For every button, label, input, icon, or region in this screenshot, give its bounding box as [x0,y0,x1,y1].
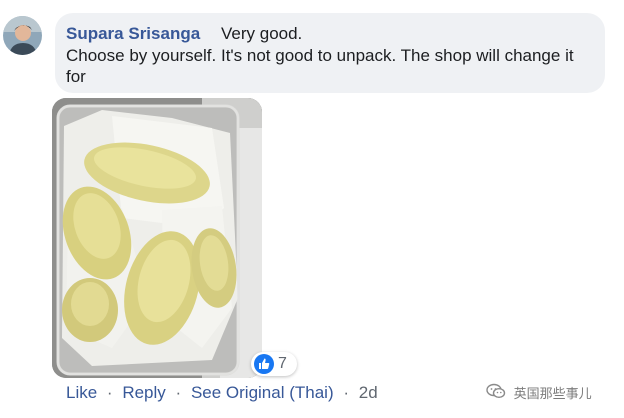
comment-first-line: Very good. [221,24,303,43]
watermark-text: 英国那些事儿 [513,386,592,401]
like-icon [254,354,274,374]
watermark: 英国那些事儿 [486,383,592,402]
comment-timestamp[interactable]: 2d [359,383,378,403]
action-separator: · [106,383,113,402]
reply-link[interactable]: Reply [122,383,165,403]
comment-actions: Like · Reply · See Original (Thai) · 2d [66,383,378,403]
comment-author-name[interactable]: Supara Srisanga [66,24,200,44]
action-separator: · [343,383,350,402]
commenter-avatar[interactable] [3,16,42,55]
action-separator: · [175,383,182,402]
comment-photo[interactable] [52,98,262,378]
see-original-link[interactable]: See Original (Thai) [191,383,334,403]
reaction-count: 7 [278,355,287,372]
comment-bubble: Supara Srisanga Very good. Choose by you… [55,13,605,93]
like-link[interactable]: Like [66,383,97,403]
comment-body-text: Choose by yourself. It's not good to unp… [66,46,574,86]
wechat-icon [486,383,506,402]
reaction-summary[interactable]: 7 [251,352,297,376]
